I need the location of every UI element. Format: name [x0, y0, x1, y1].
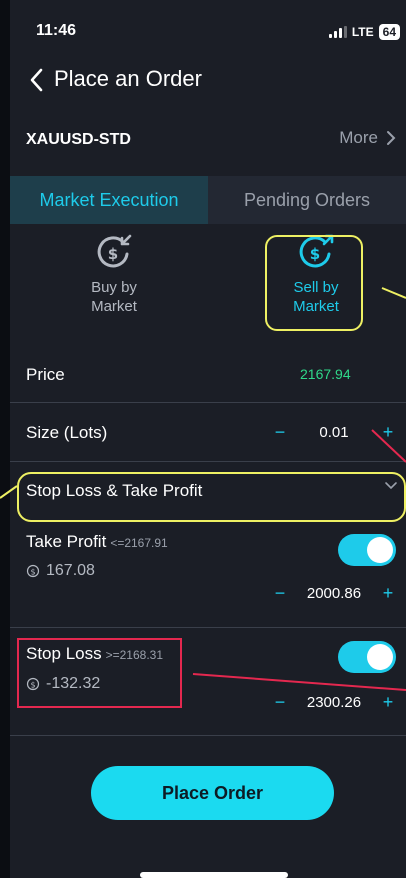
take-profit-row: Take Profit <=2167.91 $ 167.08 − 2000.86 … — [10, 520, 406, 628]
take-profit-plus-button[interactable]: + — [376, 583, 400, 604]
home-indicator — [140, 872, 288, 878]
stop-loss-stepper: − 2300.26 + — [268, 692, 400, 713]
sltp-row[interactable]: Stop Loss & Take Profit — [10, 462, 406, 520]
take-profit-toggle[interactable] — [338, 534, 396, 566]
price-label: Price — [26, 365, 65, 384]
chevron-right-icon — [387, 131, 396, 145]
take-profit-value[interactable]: 2000.86 — [292, 585, 376, 602]
symbol-name: XAUUSD-STD — [26, 131, 131, 148]
status-bar: 11:46 LTE 64 — [10, 22, 406, 46]
chevron-down-icon — [385, 482, 397, 490]
sell-label-line1: Sell by — [293, 279, 339, 296]
status-indicators: LTE 64 — [328, 24, 400, 40]
page-title: Place an Order — [54, 66, 202, 91]
dollar-up-arrow-icon: $ — [299, 234, 334, 268]
status-time: 11:46 — [36, 22, 77, 39]
stop-loss-condition: >=2168.31 — [105, 648, 164, 662]
loss-coin-icon: $ — [26, 677, 40, 691]
size-stepper: − 0.01 + — [268, 422, 400, 443]
svg-text:$: $ — [30, 681, 35, 690]
tab-market-execution[interactable]: Market Execution — [10, 176, 208, 224]
stop-loss-minus-button[interactable]: − — [268, 692, 292, 713]
svg-text:$: $ — [108, 245, 118, 263]
order-type-tabs: Market Execution Pending Orders — [10, 176, 406, 224]
take-profit-pnl: $ 167.08 — [26, 562, 95, 580]
size-label: Size (Lots) — [26, 423, 108, 442]
size-row: Size (Lots) − 0.01 + — [10, 403, 406, 462]
stop-loss-value[interactable]: 2300.26 — [292, 694, 376, 711]
network-label: LTE — [351, 25, 374, 39]
place-order-button[interactable]: Place Order — [91, 766, 334, 820]
sell-label-line2: Market — [293, 298, 339, 315]
buy-label-line2: Market — [91, 298, 137, 315]
nav-bar: Place an Order — [10, 64, 406, 96]
take-profit-minus-button[interactable]: − — [268, 583, 292, 604]
profit-coin-icon: $ — [26, 564, 40, 578]
take-profit-label: Take Profit <=2167.91 — [26, 532, 168, 551]
take-profit-condition: <=2167.91 — [110, 536, 168, 550]
buy-by-market-button[interactable]: $ Buy by Market — [54, 228, 174, 316]
signal-icon — [328, 26, 347, 38]
size-minus-button[interactable]: − — [268, 422, 292, 443]
take-profit-stepper: − 2000.86 + — [268, 583, 400, 604]
size-value[interactable]: 0.01 — [292, 424, 376, 441]
svg-text:$: $ — [30, 568, 35, 577]
price-value: 2167.94 — [300, 366, 351, 382]
stop-loss-plus-button[interactable]: + — [376, 692, 400, 713]
symbol-row: XAUUSD-STD More — [10, 128, 406, 154]
sell-by-market-button[interactable]: $ Sell by Market — [256, 228, 376, 316]
stop-loss-toggle[interactable] — [338, 641, 396, 673]
dollar-down-arrow-icon: $ — [97, 234, 132, 268]
sltp-label: Stop Loss & Take Profit — [26, 481, 203, 500]
tab-pending-orders[interactable]: Pending Orders — [208, 176, 406, 224]
order-screen: 11:46 LTE 64 Place an Order XAUUSD-STD M… — [10, 0, 406, 878]
price-row: Price 2167.94 — [10, 346, 406, 403]
back-arrow-icon[interactable] — [26, 67, 50, 93]
stop-loss-label: Stop Loss >=2168.31 — [26, 644, 164, 663]
buy-label-line1: Buy by — [91, 279, 137, 296]
stop-loss-pnl: $ -132.32 — [26, 675, 100, 693]
size-plus-button[interactable]: + — [376, 422, 400, 443]
more-label: More — [339, 128, 378, 147]
battery-icon: 64 — [378, 24, 400, 40]
more-button[interactable]: More — [339, 128, 396, 148]
stop-loss-row: Stop Loss >=2168.31 $ -132.32 − 2300.26 + — [10, 628, 406, 736]
svg-text:$: $ — [310, 245, 320, 263]
